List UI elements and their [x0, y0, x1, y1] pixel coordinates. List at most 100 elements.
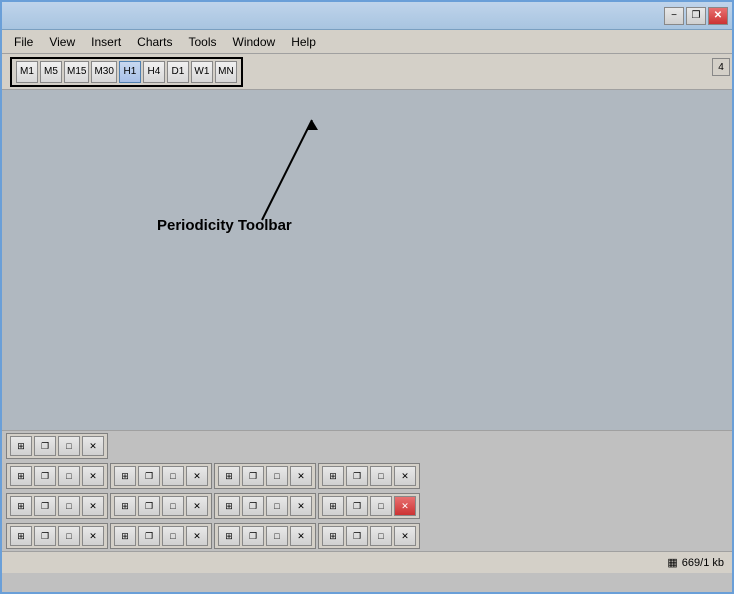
- chart-icon-btn[interactable]: ⊞: [218, 526, 240, 546]
- tab-group-4-2: ⊞ ❐ □ ✕: [110, 523, 212, 549]
- restore-btn[interactable]: ❐: [242, 466, 264, 486]
- minimize-btn[interactable]: □: [58, 466, 80, 486]
- bottom-area: ⊞ ❐ □ ✕ ⊞ ❐ □ ✕ ⊞ ❐ □ ✕ ⊞ ❐ □ ✕ ⊞ ❐ □: [2, 430, 732, 551]
- restore-btn[interactable]: ❐: [346, 526, 368, 546]
- restore-btn[interactable]: ❐: [34, 436, 56, 456]
- chart-icon-btn[interactable]: ⊞: [218, 466, 240, 486]
- restore-btn[interactable]: ❐: [138, 466, 160, 486]
- close-btn[interactable]: ✕: [290, 466, 312, 486]
- status-bar: ▦ 669/1 kb: [2, 551, 732, 573]
- restore-btn[interactable]: ❐: [346, 466, 368, 486]
- chart-icon-btn[interactable]: ⊞: [114, 526, 136, 546]
- menu-item-file[interactable]: File: [6, 33, 41, 51]
- minimize-btn[interactable]: □: [370, 466, 392, 486]
- restore-btn[interactable]: ❐: [242, 496, 264, 516]
- memory-label: 669/1 kb: [682, 557, 724, 569]
- period-btn-m1[interactable]: M1: [16, 61, 38, 83]
- period-btn-h1[interactable]: H1: [119, 61, 141, 83]
- memory-status: ▦ 669/1 kb: [667, 556, 724, 569]
- close-btn[interactable]: ✕: [82, 466, 104, 486]
- chart-icon-btn[interactable]: ⊞: [10, 526, 32, 546]
- tab-group-3-3: ⊞ ❐ □ ✕: [214, 493, 316, 519]
- minimize-btn[interactable]: □: [58, 436, 80, 456]
- chart-icon-btn[interactable]: ⊞: [114, 466, 136, 486]
- tab-group-2-2: ⊞ ❐ □ ✕: [110, 463, 212, 489]
- menu-bar: FileViewInsertChartsToolsWindowHelp: [2, 30, 732, 54]
- period-btn-m30[interactable]: M30: [91, 61, 116, 83]
- menu-item-view[interactable]: View: [41, 33, 83, 51]
- period-btn-m15[interactable]: M15: [64, 61, 89, 83]
- chart-icon-btn[interactable]: ⊞: [322, 466, 344, 486]
- toolbar-badge: 4: [712, 58, 730, 76]
- minimize-btn[interactable]: □: [58, 496, 80, 516]
- menu-item-insert[interactable]: Insert: [83, 33, 129, 51]
- restore-btn[interactable]: ❐: [138, 496, 160, 516]
- tab-group-3-4: ⊞ ❐ □ ✕: [318, 493, 420, 519]
- chart-status-icon: ▦: [667, 556, 677, 569]
- tab-group-2-3: ⊞ ❐ □ ✕: [214, 463, 316, 489]
- chart-icon-btn[interactable]: ⊞: [114, 496, 136, 516]
- close-button[interactable]: ✕: [708, 7, 728, 25]
- close-btn[interactable]: ✕: [186, 526, 208, 546]
- menu-item-window[interactable]: Window: [225, 33, 284, 51]
- title-bar: − ❐ ✕: [2, 2, 732, 30]
- minimize-btn[interactable]: □: [370, 526, 392, 546]
- restore-btn[interactable]: ❐: [34, 526, 56, 546]
- window-controls: − ❐ ✕: [664, 7, 728, 25]
- close-btn[interactable]: ✕: [290, 526, 312, 546]
- tab-group-3-2: ⊞ ❐ □ ✕: [110, 493, 212, 519]
- minimize-btn[interactable]: □: [58, 526, 80, 546]
- minimize-btn[interactable]: □: [266, 466, 288, 486]
- taskbar-row-4: ⊞ ❐ □ ✕ ⊞ ❐ □ ✕ ⊞ ❐ □ ✕ ⊞ ❐ □ ✕: [2, 521, 732, 551]
- restore-btn[interactable]: ❐: [138, 526, 160, 546]
- close-btn[interactable]: ✕: [186, 466, 208, 486]
- tab-group-2-1: ⊞ ❐ □ ✕: [6, 463, 108, 489]
- menu-item-charts[interactable]: Charts: [129, 33, 180, 51]
- minimize-button[interactable]: −: [664, 7, 684, 25]
- minimize-btn[interactable]: □: [162, 526, 184, 546]
- period-btn-w1[interactable]: W1: [191, 61, 213, 83]
- taskbar-row-1: ⊞ ❐ □ ✕: [2, 431, 732, 461]
- close-btn[interactable]: ✕: [394, 466, 416, 486]
- main-area: Periodicity Toolbar: [2, 90, 732, 430]
- period-btn-d1[interactable]: D1: [167, 61, 189, 83]
- minimize-btn[interactable]: □: [266, 526, 288, 546]
- chart-icon-btn[interactable]: ⊞: [10, 466, 32, 486]
- taskbar-row-3: ⊞ ❐ □ ✕ ⊞ ❐ □ ✕ ⊞ ❐ □ ✕ ⊞ ❐ □ ✕: [2, 491, 732, 521]
- chart-icon-btn[interactable]: ⊞: [322, 526, 344, 546]
- tab-group: ⊞ ❐ □ ✕: [6, 433, 108, 459]
- restore-btn[interactable]: ❐: [346, 496, 368, 516]
- tab-group-4-3: ⊞ ❐ □ ✕: [214, 523, 316, 549]
- tab-group-2-4: ⊞ ❐ □ ✕: [318, 463, 420, 489]
- restore-button[interactable]: ❐: [686, 7, 706, 25]
- menu-item-help[interactable]: Help: [283, 33, 324, 51]
- menu-item-tools[interactable]: Tools: [181, 33, 225, 51]
- minimize-btn[interactable]: □: [370, 496, 392, 516]
- tab-group-4-1: ⊞ ❐ □ ✕: [6, 523, 108, 549]
- chart-icon-btn[interactable]: ⊞: [10, 496, 32, 516]
- chart-icon-btn[interactable]: ⊞: [218, 496, 240, 516]
- tab-group-3-1: ⊞ ❐ □ ✕: [6, 493, 108, 519]
- period-btn-m5[interactable]: M5: [40, 61, 62, 83]
- close-red-btn[interactable]: ✕: [394, 496, 416, 516]
- close-btn[interactable]: ✕: [82, 496, 104, 516]
- close-btn[interactable]: ✕: [186, 496, 208, 516]
- close-btn[interactable]: ✕: [290, 496, 312, 516]
- close-btn[interactable]: ✕: [394, 526, 416, 546]
- chart-icon-btn[interactable]: ⊞: [10, 436, 32, 456]
- period-btn-mn[interactable]: MN: [215, 61, 237, 83]
- taskbar-row-2: ⊞ ❐ □ ✕ ⊞ ❐ □ ✕ ⊞ ❐ □ ✕ ⊞ ❐ □ ✕: [2, 461, 732, 491]
- minimize-btn[interactable]: □: [162, 496, 184, 516]
- restore-btn[interactable]: ❐: [34, 496, 56, 516]
- chart-icon-btn[interactable]: ⊞: [322, 496, 344, 516]
- close-btn[interactable]: ✕: [82, 526, 104, 546]
- restore-btn[interactable]: ❐: [242, 526, 264, 546]
- toolbar-area: M1M5M15M30H1H4D1W1MN 4: [2, 54, 732, 90]
- period-btn-h4[interactable]: H4: [143, 61, 165, 83]
- annotation-label: Periodicity Toolbar: [157, 217, 292, 234]
- minimize-btn[interactable]: □: [266, 496, 288, 516]
- restore-btn[interactable]: ❐: [34, 466, 56, 486]
- minimize-btn[interactable]: □: [162, 466, 184, 486]
- periodicity-toolbar: M1M5M15M30H1H4D1W1MN: [10, 57, 243, 87]
- close-btn[interactable]: ✕: [82, 436, 104, 456]
